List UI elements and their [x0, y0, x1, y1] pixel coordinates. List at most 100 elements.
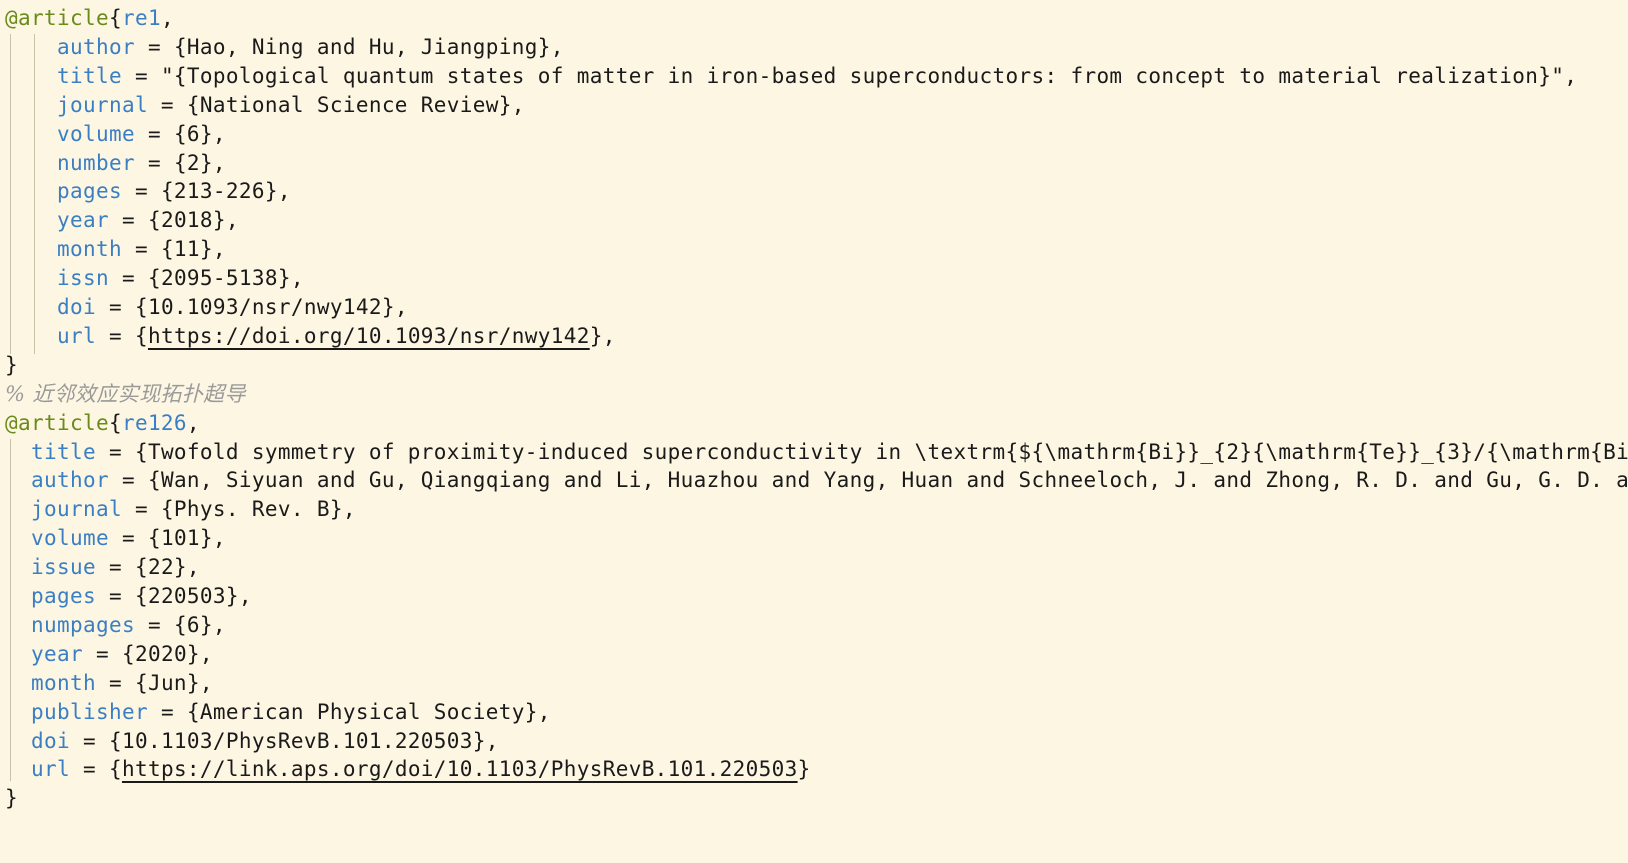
field-value: {220503}, — [134, 584, 252, 608]
field-line-year[interactable]: year = {2020}, — [5, 639, 213, 669]
equals-sign: = — [134, 121, 174, 146]
field-key: author — [31, 468, 109, 493]
field-line-title[interactable]: title = {Twofold symmetry of proximity-i… — [5, 437, 1628, 467]
field-line-title[interactable]: title = "{Topological quantum states of … — [5, 61, 1577, 91]
field-key: issue — [31, 555, 96, 580]
field-key: issn — [56, 266, 109, 291]
close-brace: } — [5, 352, 18, 377]
open-brace: { — [108, 410, 122, 435]
field-key: month — [31, 670, 96, 695]
field-line-issn[interactable]: issn = {2095-5138}, — [5, 263, 304, 293]
code-editor[interactable]: @article{re1, author = {Hao, Ning and Hu… — [0, 0, 1628, 863]
entry-type: @article — [5, 6, 109, 30]
field-key: doi — [31, 728, 70, 753]
field-line-pages[interactable]: pages = {213-226}, — [5, 176, 291, 206]
field-line-journal[interactable]: journal = {National Science Review}, — [5, 90, 525, 120]
field-line-number[interactable]: number = {2}, — [5, 148, 226, 178]
field-key: volume — [56, 121, 135, 146]
equals-sign: = — [121, 63, 161, 88]
field-key: numpages — [31, 612, 135, 637]
field-line-url[interactable]: url = {https://link.aps.org/doi/10.1103/… — [5, 754, 811, 784]
field-value: {Hao, Ning and Hu, Jiangping}, — [173, 34, 564, 59]
comma: , — [160, 6, 174, 30]
field-value: {Wan, Siyuan and Gu, Qiangqiang and Li, … — [147, 468, 1628, 493]
field-line-volume[interactable]: volume = {101}, — [5, 523, 226, 553]
field-line-issue[interactable]: issue = {22}, — [5, 552, 200, 582]
open-brace: { — [108, 6, 122, 30]
field-line-doi[interactable]: doi = {10.1093/nsr/nwy142}, — [5, 292, 408, 322]
field-key: doi — [56, 295, 96, 319]
equals-sign: = — [95, 670, 135, 695]
entry-header-line[interactable]: @article{re126, — [5, 408, 200, 438]
field-value: {213-226}, — [160, 179, 291, 204]
field-value: {2020}, — [121, 641, 213, 666]
field-value: {101}, — [147, 526, 226, 551]
field-line-url[interactable]: url = {https://doi.org/10.1093/nsr/nwy14… — [5, 321, 616, 351]
close-brace: } — [797, 757, 811, 782]
entry-header-line[interactable]: @article{re1, — [5, 3, 174, 33]
field-key: author — [56, 34, 135, 59]
url-link[interactable]: https://link.aps.org/doi/10.1103/PhysRev… — [122, 757, 798, 781]
field-line-publisher[interactable]: publisher = {American Physical Society}, — [5, 697, 551, 727]
entry-close-line[interactable]: } — [5, 783, 18, 813]
equals-sign: = — [134, 150, 174, 175]
field-line-year[interactable]: year = {2018}, — [5, 205, 239, 235]
field-key: url — [31, 757, 70, 782]
field-key: title — [56, 63, 122, 88]
equals-sign: = — [95, 295, 135, 319]
field-value: {Jun}, — [134, 670, 213, 695]
field-line-numpages[interactable]: numpages = {6}, — [5, 610, 226, 640]
comma: , — [186, 410, 200, 435]
field-value: {2095-5138}, — [147, 266, 304, 291]
field-line-author[interactable]: author = {Hao, Ning and Hu, Jiangping}, — [5, 32, 564, 62]
comment-line[interactable]: % 近邻效应实现拓扑超导 — [5, 379, 246, 409]
cite-key: re1 — [121, 6, 161, 30]
field-key: pages — [56, 179, 122, 204]
equals-sign: = — [147, 92, 187, 117]
field-line-journal[interactable]: journal = {Phys. Rev. B}, — [5, 494, 356, 524]
equals-sign: = — [69, 757, 109, 782]
field-key: journal — [56, 92, 148, 117]
field-line-month[interactable]: month = {Jun}, — [5, 668, 213, 698]
equals-sign: = — [108, 208, 148, 233]
field-line-doi[interactable]: doi = {10.1103/PhysRevB.101.220503}, — [5, 726, 499, 756]
equals-sign: = — [121, 497, 161, 522]
open-brace: { — [134, 323, 148, 348]
field-value: {10.1093/nsr/nwy142}, — [134, 295, 408, 319]
field-line-volume[interactable]: volume = {6}, — [5, 119, 226, 149]
equals-sign: = — [108, 266, 148, 291]
field-key: number — [56, 150, 135, 175]
url-link[interactable]: https://doi.org/10.1093/nsr/nwy142 — [148, 324, 590, 348]
entry-close-line[interactable]: } — [5, 350, 18, 380]
field-value: {10.1103/PhysRevB.101.220503}, — [108, 728, 499, 753]
equals-sign: = — [82, 641, 122, 666]
field-value: {11}, — [160, 237, 226, 262]
field-value: {22}, — [134, 555, 200, 580]
field-value: {Twofold symmetry of proximity-induced s… — [134, 439, 1628, 464]
equals-sign: = — [95, 555, 135, 580]
equals-sign: = — [134, 612, 174, 637]
field-value: {American Physical Society}, — [186, 699, 551, 724]
field-value: {Phys. Rev. B}, — [160, 497, 356, 522]
equals-sign: = — [95, 439, 135, 464]
field-value: {6}, — [173, 612, 226, 637]
field-line-pages[interactable]: pages = {220503}, — [5, 581, 252, 611]
field-value: {6}, — [173, 121, 226, 146]
field-value: "{Topological quantum states of matter i… — [160, 63, 1578, 88]
field-line-month[interactable]: month = {11}, — [5, 234, 226, 264]
field-line-author[interactable]: author = {Wan, Siyuan and Gu, Qiangqiang… — [5, 465, 1628, 495]
close-brace: } — [5, 786, 18, 811]
equals-sign: = — [121, 237, 161, 262]
